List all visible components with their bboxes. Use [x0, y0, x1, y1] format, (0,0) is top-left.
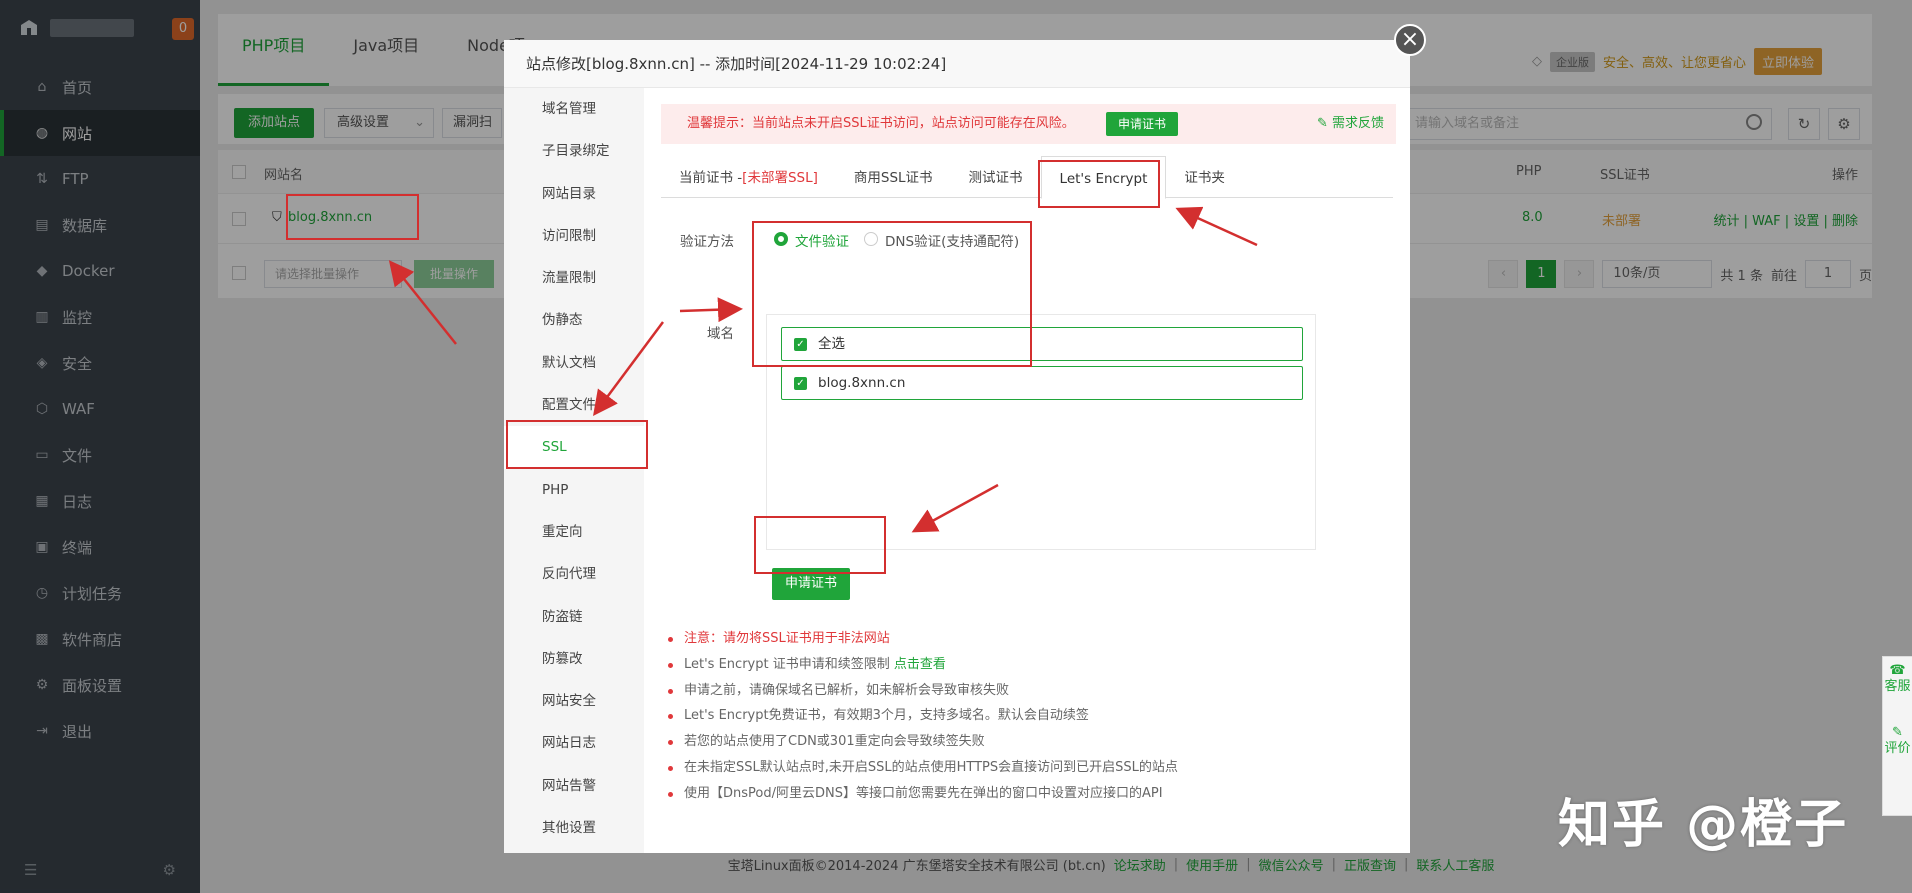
modal-nav-traffic-limit[interactable]: 流量限制 [504, 257, 644, 299]
annotation-box-apply [754, 516, 886, 574]
modal-nav: 域名管理 子目录绑定 网站目录 访问限制 流量限制 伪静态 默认文档 配置文件 … [504, 88, 644, 853]
tab-current-cert[interactable]: 当前证书 -[未部署SSL] [661, 156, 836, 197]
service-label[interactable]: 客服 [1883, 679, 1912, 695]
note-item: 注意：请勿将SSL证书用于非法网站 [666, 626, 1178, 652]
checkbox-checked[interactable]: ✓ [794, 377, 807, 390]
feedback-link[interactable]: ✎ 需求反馈 [1317, 104, 1384, 144]
ssl-warning-text: 温馨提示：当前站点未开启SSL证书访问，站点访问可能存在风险。 [687, 116, 1075, 131]
note-item: Let's Encrypt 证书申请和续签限制 点击查看 [666, 652, 1178, 678]
tab-cert-folder[interactable]: 证书夹 [1166, 156, 1243, 197]
close-icon[interactable]: × [1394, 24, 1426, 56]
edit-icon: ✎ [1316, 116, 1332, 131]
note-item: 申请之前，请确保域名已解析，如未解析会导致审核失败 [666, 678, 1178, 704]
ssl-tabs: 当前证书 -[未部署SSL] 商用SSL证书 测试证书 Let's Encryp… [661, 156, 1393, 199]
modal-nav-site-dir[interactable]: 网站目录 [504, 173, 644, 215]
annotation-box-letsencrypt [1038, 160, 1160, 208]
note-item: 使用【DnsPod/阿里云DNS】等接口前您需要先在弹出的窗口中设置对应接口的A… [666, 781, 1178, 807]
app-root: 0 ⌂ 首页 ◍ 网站 ⇅ FTP ▤ 数据库 ◆ Docker ▥ 监控 ◈ 安全 ⬡ WAF… [0, 0, 1912, 893]
floating-support-panel[interactable]: ☎ 客服 ✎ 评价 [1882, 656, 1912, 816]
modal-nav-redirect[interactable]: 重定向 [504, 511, 644, 553]
modal-nav-php[interactable]: PHP [504, 469, 644, 511]
tab-commercial-ssl[interactable]: 商用SSL证书 [836, 156, 951, 197]
modal-nav-site-logs[interactable]: 网站日志 [504, 722, 644, 764]
warning-apply-button[interactable]: 申请证书 [1106, 112, 1178, 136]
modal-nav-site-alert[interactable]: 网站告警 [504, 765, 644, 807]
modal-nav-subdir[interactable]: 子目录绑定 [504, 130, 644, 172]
modal-nav-default-doc[interactable]: 默认文档 [504, 342, 644, 384]
modal-nav-site-security[interactable]: 网站安全 [504, 680, 644, 722]
modal-nav-access-limit[interactable]: 访问限制 [504, 215, 644, 257]
domain-row[interactable]: ✓ blog.8xnn.cn [781, 366, 1303, 400]
annotation-box-site [286, 194, 419, 240]
tab-test-cert[interactable]: 测试证书 [951, 156, 1041, 197]
current-cert-label: 当前证书 - [679, 170, 743, 186]
ssl-notes: 注意：请勿将SSL证书用于非法网站 Let's Encrypt 证书申请和续签限… [666, 626, 1178, 807]
modal-nav-rewrite[interactable]: 伪静态 [504, 299, 644, 341]
edit-icon: ✎ [1892, 725, 1903, 740]
modal-nav-other[interactable]: 其他设置 [504, 807, 644, 849]
ssl-panel: 温馨提示：当前站点未开启SSL证书访问，站点访问可能存在风险。 申请证书 ✎ 需… [644, 88, 1410, 853]
modal-nav-hotlink[interactable]: 防盗链 [504, 596, 644, 638]
annotation-box-ssl-nav [506, 420, 648, 469]
modal-nav-tamper[interactable]: 防篡改 [504, 638, 644, 680]
current-cert-status: [未部署SSL] [742, 170, 818, 186]
headset-icon: ☎ [1889, 663, 1906, 678]
modal-nav-domain[interactable]: 域名管理 [504, 88, 644, 130]
domain-label: 域名 [707, 326, 734, 342]
note-item: 在未指定SSL默认站点时,未开启SSL的站点使用HTTPS会直接访问到已开启SS… [666, 755, 1178, 781]
note-item: 若您的站点使用了CDN或301重定向会导致续签失败 [666, 729, 1178, 755]
annotation-box-verify [752, 221, 1032, 367]
verify-method-label: 验证方法 [680, 234, 734, 250]
note-item: Let's Encrypt免费证书，有效期3个月，支持多域名。默认会自动续签 [666, 703, 1178, 729]
feedback-label: 需求反馈 [1331, 116, 1384, 131]
review-label[interactable]: 评价 [1883, 741, 1912, 757]
ssl-warning-bar: 温馨提示：当前站点未开启SSL证书访问，站点访问可能存在风险。 申请证书 ✎ 需… [661, 104, 1396, 144]
note-text: Let's Encrypt 证书申请和续签限制 [684, 656, 890, 672]
modal-title: 站点修改[blog.8xnn.cn] -- 添加时间[2024-11-29 10… [504, 40, 1410, 88]
domain-name: blog.8xnn.cn [818, 375, 906, 391]
view-limits-link[interactable]: 点击查看 [894, 657, 946, 672]
watermark: 知乎 @橙子 [1558, 795, 1849, 855]
modal-nav-proxy[interactable]: 反向代理 [504, 553, 644, 595]
